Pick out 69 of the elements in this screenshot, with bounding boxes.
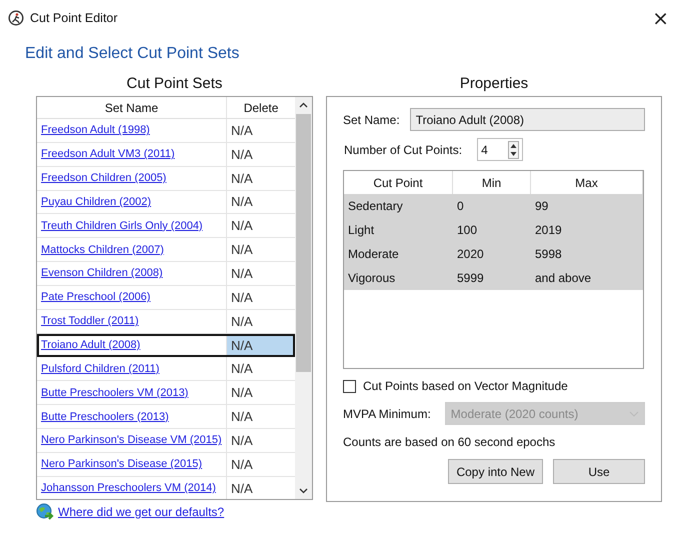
defaults-link[interactable]: Where did we get our defaults? xyxy=(58,505,224,519)
set-link[interactable]: Troiano Adult (2008) xyxy=(41,339,140,352)
table-cell-text: N/A xyxy=(230,456,254,474)
table-cell-text: 5999 xyxy=(456,270,485,287)
set-name-field[interactable]: Troiano Adult (2008) xyxy=(410,108,645,131)
set-link[interactable]: Mattocks Children (2007) xyxy=(41,244,164,256)
table-cell-text: N/A xyxy=(230,193,254,212)
set-link[interactable]: Pulsford Children (2011) xyxy=(41,362,160,375)
table-cell-text: and above xyxy=(534,270,592,287)
checkbox-label: Cut Points based on Vector Magnitude xyxy=(363,379,568,393)
page-heading: Edit and Select Cut Point Sets xyxy=(25,45,240,64)
set-link[interactable]: Nero Parkinson's Disease VM (2015) xyxy=(41,434,222,446)
set-link[interactable]: Trost Toddler (2011) xyxy=(41,315,139,328)
table-cell-text: N/A xyxy=(230,217,254,236)
spin-up-icon[interactable] xyxy=(509,142,518,150)
column-header[interactable]: Delete xyxy=(227,97,296,118)
column-header[interactable]: Set Name xyxy=(37,97,227,118)
table-cell: N/A xyxy=(227,334,296,356)
scroll-thumb[interactable] xyxy=(296,114,312,372)
table-cell-text: N/A xyxy=(230,146,254,164)
section-title: Properties xyxy=(458,74,530,94)
set-link[interactable]: Treuth Children Girls Only (2004) xyxy=(41,220,203,232)
table-cell-text: 99 xyxy=(534,198,550,215)
table-cell-text: 5998 xyxy=(534,246,563,263)
table-cell-text: 0 xyxy=(456,198,465,215)
table-cell-text: Vigorous xyxy=(347,270,396,287)
table-cell-text: N/A xyxy=(230,384,254,402)
set-link[interactable]: Freedson Adult VM3 (2011) xyxy=(41,148,175,160)
app-icon xyxy=(8,10,24,26)
set-link[interactable]: Freedson Children (2005) xyxy=(41,172,166,184)
table-cell-text: 100 xyxy=(456,222,478,239)
cut-point-count-spinner[interactable]: 4 xyxy=(477,138,524,161)
table-cell-text: Moderate xyxy=(347,246,400,263)
epoch-note: Counts are based on 60 second epochs xyxy=(343,435,556,449)
checkbox[interactable] xyxy=(343,380,356,392)
table-cell-text: N/A xyxy=(230,170,254,188)
field-label: MVPA Minimum: xyxy=(343,406,431,420)
table-cell-text: N/A xyxy=(230,360,254,378)
table-cell-text: N/A xyxy=(230,241,254,260)
close-button[interactable]: × xyxy=(648,8,673,28)
table-cell-text: N/A xyxy=(230,432,254,450)
field-label: Set Name: xyxy=(343,112,400,126)
scroll-up-icon[interactable] xyxy=(299,102,308,108)
action-button[interactable]: Use xyxy=(553,459,645,484)
set-link[interactable]: Puyau Children (2002) xyxy=(41,196,152,208)
table-cell-text: 2020 xyxy=(456,246,485,263)
window-title: Cut Point Editor xyxy=(30,11,118,25)
set-link[interactable]: Johansson Preschoolers VM (2014) xyxy=(41,482,216,494)
table-cell-text: Light xyxy=(347,222,376,239)
scroll-down-icon[interactable] xyxy=(299,488,308,494)
table-cell-text: N/A xyxy=(230,264,254,283)
set-link[interactable]: Freedson Adult (1998) xyxy=(41,124,150,136)
set-link[interactable]: Evenson Children (2008) xyxy=(41,267,163,280)
table-cell-text: N/A xyxy=(230,480,254,498)
action-button[interactable]: Copy into New xyxy=(448,459,543,484)
section-title: Cut Point Sets xyxy=(126,74,224,94)
table-cell-text: 2019 xyxy=(534,222,563,239)
set-link[interactable]: Butte Preschoolers (2013) xyxy=(41,410,169,423)
field-label: Number of Cut Points: xyxy=(344,142,462,156)
table-cell-text: N/A xyxy=(230,312,254,331)
set-link[interactable]: Pate Preschool (2006) xyxy=(41,291,150,304)
set-link[interactable]: Butte Preschoolers VM (2013) xyxy=(41,386,188,399)
table-cell-text: N/A xyxy=(230,288,254,307)
table-cell-text: N/A xyxy=(230,408,254,426)
scrollbar[interactable] xyxy=(295,97,312,499)
spin-down-icon[interactable] xyxy=(509,150,518,158)
table-cell-text: N/A xyxy=(230,122,254,140)
table-cell-text: Sedentary xyxy=(347,198,404,215)
set-link[interactable]: Nero Parkinson's Disease (2015) xyxy=(41,458,202,470)
